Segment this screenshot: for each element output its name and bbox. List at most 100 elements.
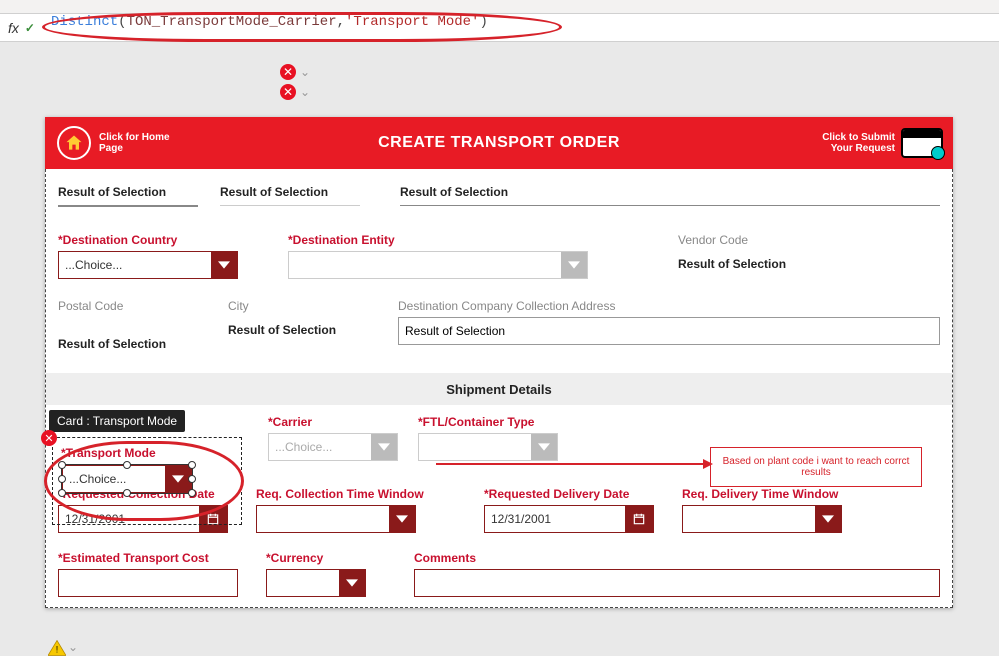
estimated-cost-field: *Estimated Transport Cost xyxy=(58,551,238,597)
comments-field: Comments xyxy=(414,551,940,597)
carrier-select[interactable]: ...Choice... xyxy=(268,433,398,461)
chevron-down-icon[interactable]: ⌄ xyxy=(68,640,78,654)
paren-open: ( xyxy=(118,14,126,30)
postal-code-label: Postal Code xyxy=(58,299,198,313)
collection-time-window-select[interactable] xyxy=(256,505,416,533)
collection-address-value: Result of Selection xyxy=(405,324,505,338)
collection-address-field: Destination Company Collection Address R… xyxy=(398,299,940,345)
resize-handle[interactable] xyxy=(123,461,131,469)
transport-mode-value: ...Choice... xyxy=(63,466,165,492)
error-icon: ✕ xyxy=(280,84,296,100)
formula-input[interactable]: Distinct(TON_TransportMode_Carrier,'Tran… xyxy=(45,14,999,41)
calendar-icon[interactable] xyxy=(625,506,653,532)
ftl-select[interactable] xyxy=(418,433,558,461)
delivery-time-window-label: Req. Delivery Time Window xyxy=(682,487,882,501)
currency-value xyxy=(267,570,339,596)
formula-bar: fx ✓ Distinct(TON_TransportMode_Carrier,… xyxy=(0,14,999,42)
destination-entity-select[interactable] xyxy=(288,251,588,279)
requested-delivery-date-input[interactable]: 12/31/2001 xyxy=(484,505,654,533)
annotation-arrow xyxy=(436,463,711,465)
submit-label: Click to Submit Your Request xyxy=(822,132,895,154)
destination-entity-label: *Destination Entity xyxy=(288,233,588,247)
submit-label-l2: Your Request xyxy=(822,143,895,154)
result-of-selection: Result of Selection xyxy=(220,179,360,206)
error-indicators: ✕ ⌄ ✕ ⌄ xyxy=(280,64,310,104)
requested-delivery-date-field: *Requested Delivery Date 12/31/2001 xyxy=(484,487,654,533)
home-label-l1: Click for Home xyxy=(99,132,170,143)
collection-time-window-label: Req. Collection Time Window xyxy=(256,487,456,501)
section-shipment-details: Shipment Details xyxy=(46,373,952,405)
currency-label: *Currency xyxy=(266,551,386,565)
dropdown-icon[interactable] xyxy=(815,506,841,532)
collection-address-input[interactable]: Result of Selection xyxy=(398,317,940,345)
formula-fn: Distinct xyxy=(51,14,118,30)
warning-icon[interactable]: ! xyxy=(48,640,66,656)
resize-handle[interactable] xyxy=(123,489,131,497)
estimated-cost-label: *Estimated Transport Cost xyxy=(58,551,238,565)
canvas: ✕ ⌄ ✕ ⌄ Click for Home Page CREATE TRANS… xyxy=(0,42,999,656)
ftl-value xyxy=(419,434,531,460)
dropdown-icon[interactable] xyxy=(371,434,397,460)
transport-mode-label: *Transport Mode xyxy=(61,446,233,460)
bottom-row: *Estimated Transport Cost *Currency Comm… xyxy=(46,551,952,597)
submit-button[interactable]: Click to Submit Your Request xyxy=(822,128,943,158)
delivery-time-window-select[interactable] xyxy=(682,505,842,533)
dropdown-icon[interactable] xyxy=(339,570,365,596)
dropdown-icon[interactable] xyxy=(561,252,587,278)
error-chip[interactable]: ✕ ⌄ xyxy=(280,64,310,80)
vendor-code-field: Vendor Code Result of Selection xyxy=(678,233,858,277)
error-chip[interactable]: ✕ ⌄ xyxy=(280,84,310,100)
delivery-time-window-value xyxy=(683,506,815,532)
requested-delivery-date-label: *Requested Delivery Date xyxy=(484,487,654,501)
transport-mode-select-wrap: ...Choice... xyxy=(61,464,193,494)
formula-confirm-icon[interactable]: ✓ xyxy=(23,21,45,35)
comma: , xyxy=(337,14,345,30)
formula-bar-wrap: fx ✓ Distinct(TON_TransportMode_Carrier,… xyxy=(0,14,999,42)
vendor-code-label: Vendor Code xyxy=(678,233,858,247)
page-title: CREATE TRANSPORT ORDER xyxy=(378,134,620,152)
result-of-selection: Result of Selection xyxy=(400,179,940,206)
resize-handle[interactable] xyxy=(58,461,66,469)
collection-time-window-field: Req. Collection Time Window xyxy=(256,487,456,533)
formula-arg1: TON_TransportMode_Carrier xyxy=(127,14,337,30)
city-value: Result of Selection xyxy=(228,317,368,343)
postal-code-value: Result of Selection xyxy=(58,331,198,357)
home-button[interactable]: Click for Home Page xyxy=(57,126,170,160)
result-row: Result of Selection Result of Selection … xyxy=(46,179,952,207)
formula-arg2: 'Transport Mode' xyxy=(345,14,479,30)
selected-card-transport-mode[interactable]: Card : Transport Mode ✕ *Transport Mode … xyxy=(52,437,242,525)
ftl-label: *FTL/Container Type xyxy=(418,415,558,429)
resize-handle[interactable] xyxy=(188,461,196,469)
home-label: Click for Home Page xyxy=(99,132,170,154)
resize-handle[interactable] xyxy=(188,475,196,483)
card-tooltip: Card : Transport Mode xyxy=(49,410,185,432)
destination-country-select[interactable]: ...Choice... xyxy=(58,251,238,279)
delivery-time-window-field: Req. Delivery Time Window xyxy=(682,487,882,533)
postal-code-field: Postal Code Result of Selection xyxy=(58,299,198,357)
app-header: Click for Home Page CREATE TRANSPORT ORD… xyxy=(45,117,953,169)
home-icon xyxy=(57,126,91,160)
carrier-field: *Carrier ...Choice... xyxy=(268,415,398,461)
delete-card-icon[interactable]: ✕ xyxy=(41,430,57,446)
comments-input[interactable] xyxy=(414,569,940,597)
resize-handle[interactable] xyxy=(58,489,66,497)
dropdown-icon[interactable] xyxy=(211,252,237,278)
currency-field: *Currency xyxy=(266,551,386,597)
result-of-selection: Result of Selection xyxy=(58,179,198,207)
dropdown-icon[interactable] xyxy=(531,434,557,460)
estimated-cost-input[interactable] xyxy=(58,569,238,597)
submit-label-l1: Click to Submit xyxy=(822,132,895,143)
chevron-down-icon: ⌄ xyxy=(300,65,310,79)
destination-row: *Destination Country ...Choice... *Desti… xyxy=(46,233,952,279)
resize-handle[interactable] xyxy=(58,475,66,483)
address-row: Postal Code Result of Selection City Res… xyxy=(46,299,952,357)
resize-handle[interactable] xyxy=(188,489,196,497)
destination-country-value: ...Choice... xyxy=(59,252,211,278)
currency-select[interactable] xyxy=(266,569,366,597)
requested-delivery-date-value: 12/31/2001 xyxy=(485,506,625,532)
dropdown-icon[interactable] xyxy=(389,506,415,532)
chevron-down-icon: ⌄ xyxy=(300,85,310,99)
carrier-value: ...Choice... xyxy=(269,434,371,460)
error-icon: ✕ xyxy=(280,64,296,80)
destination-entity-value xyxy=(289,252,561,278)
